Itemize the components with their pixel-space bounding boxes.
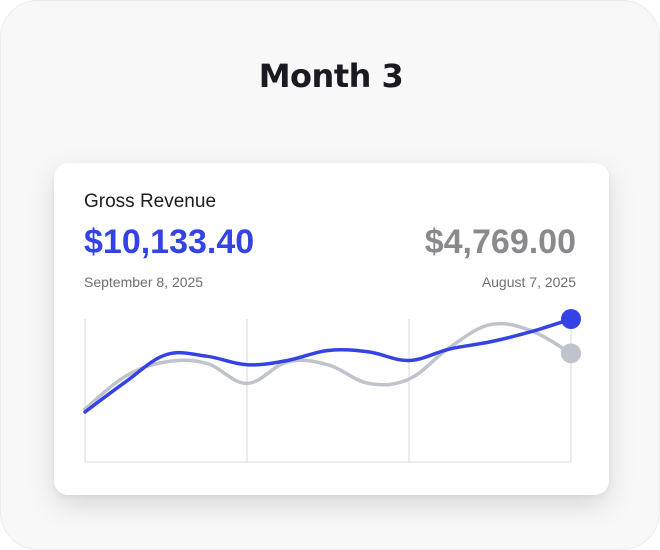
previous-period-line	[83, 321, 573, 411]
revenue-card: Gross Revenue $10,133.40 $4,769.00 Septe…	[54, 163, 609, 495]
revenue-line-chart	[83, 309, 581, 463]
current-period-end-point	[561, 309, 581, 329]
panel: Month 3 Gross Revenue $10,133.40 $4,769.…	[0, 0, 660, 550]
previous-period-end-point	[561, 343, 581, 364]
page-title: Month 3	[258, 57, 404, 95]
